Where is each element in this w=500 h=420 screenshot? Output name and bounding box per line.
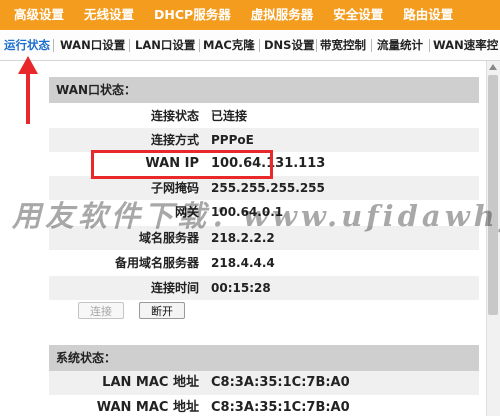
wan-row-backup-dns: 备用域名服务器 218.4.4.4 bbox=[49, 251, 479, 275]
tab-dns-settings[interactable]: DNS设置 bbox=[264, 30, 314, 60]
wan-row-connection-status: 连接状态 已连接 bbox=[49, 104, 479, 128]
connection-time-label: 连接时间 bbox=[150, 281, 199, 295]
tab-bandwidth-control[interactable]: 带宽控制 bbox=[320, 30, 366, 60]
tab-divider bbox=[129, 39, 130, 52]
tab-divider bbox=[371, 39, 372, 52]
scroll-up-arrow-icon[interactable] bbox=[489, 64, 497, 70]
disconnect-button[interactable]: 断开 bbox=[139, 302, 185, 319]
tab-lan-settings[interactable]: LAN口设置 bbox=[135, 30, 195, 60]
tab-traffic-stats[interactable]: 流量统计 bbox=[377, 30, 423, 60]
top-nav-dhcp[interactable]: DHCP服务器 bbox=[144, 0, 241, 30]
connection-status-label: 连接状态 bbox=[150, 109, 199, 123]
tab-divider bbox=[259, 39, 260, 52]
wan-mac-value: C8:3A:35:1C:7B:A0 bbox=[211, 400, 350, 415]
wan-row-connection-time: 连接时间 00:15:28 bbox=[49, 276, 479, 300]
tab-divider bbox=[316, 39, 317, 52]
top-nav: 高级设置 无线设置 DHCP服务器 虚拟服务器 安全设置 路由设置 bbox=[0, 0, 500, 30]
connection-type-label: 连接方式 bbox=[150, 133, 199, 147]
top-nav-security[interactable]: 安全设置 bbox=[323, 0, 393, 30]
wan-row-connection-type: 连接方式 PPPoE bbox=[49, 128, 479, 152]
sys-row-wan-mac: WAN MAC 地址 C8:3A:35:1C:7B:A0 bbox=[49, 396, 479, 420]
tab-divider bbox=[53, 39, 54, 52]
watermark-text: 用友软件下载：www.ufidawhy.com bbox=[12, 199, 500, 233]
tab-wan-settings[interactable]: WAN口设置 bbox=[60, 30, 125, 60]
wan-ip-highlight-box bbox=[91, 150, 273, 179]
connection-time-value: 00:15:28 bbox=[211, 281, 271, 295]
lan-mac-value: C8:3A:35:1C:7B:A0 bbox=[211, 375, 350, 390]
connection-type-value: PPPoE bbox=[211, 133, 254, 147]
system-status-header: 系统状态： bbox=[49, 345, 479, 371]
red-arrow-icon bbox=[18, 56, 38, 124]
top-nav-wireless[interactable]: 无线设置 bbox=[74, 0, 144, 30]
top-nav-advanced[interactable]: 高级设置 bbox=[0, 0, 74, 30]
sys-row-lan-mac: LAN MAC 地址 C8:3A:35:1C:7B:A0 bbox=[49, 371, 479, 395]
top-nav-virtual-server[interactable]: 虚拟服务器 bbox=[241, 0, 324, 30]
connection-status-value: 已连接 bbox=[211, 109, 248, 123]
sub-nav: 运行状态 WAN口设置 LAN口设置 MAC克隆 DNS设置 带宽控制 流量统计… bbox=[0, 30, 500, 61]
lan-mac-label: LAN MAC 地址 bbox=[102, 375, 199, 390]
tab-divider bbox=[429, 39, 430, 52]
wan-status-header: WAN口状态： bbox=[49, 77, 479, 103]
wan-mac-label: WAN MAC 地址 bbox=[96, 400, 199, 415]
connect-button[interactable]: 连接 bbox=[78, 302, 124, 319]
backup-dns-label: 备用域名服务器 bbox=[114, 256, 199, 270]
backup-dns-value: 218.4.4.4 bbox=[211, 256, 275, 270]
tab-wan-rate-control[interactable]: WAN速率控 bbox=[433, 30, 498, 60]
top-nav-routing[interactable]: 路由设置 bbox=[393, 0, 463, 30]
tab-mac-clone[interactable]: MAC克隆 bbox=[203, 30, 255, 60]
tab-divider bbox=[199, 39, 200, 52]
